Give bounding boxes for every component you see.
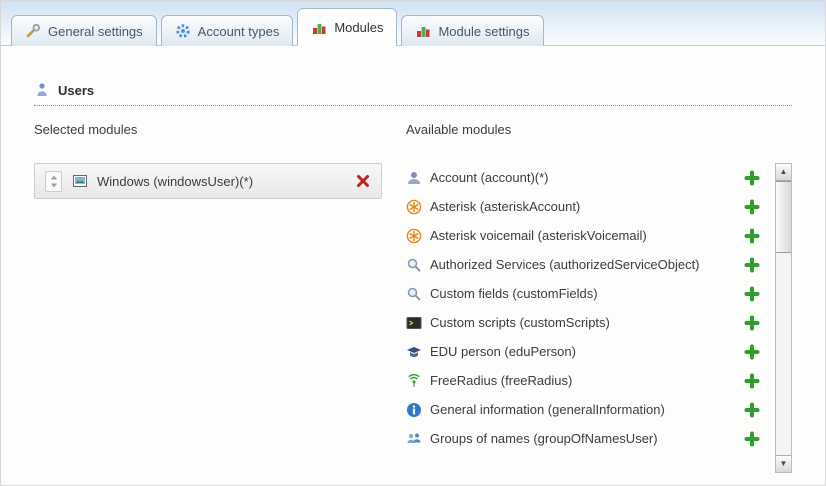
- modules-columns: Selected modules Windows (windowsUser)(*…: [34, 122, 792, 473]
- add-module-button[interactable]: [744, 286, 760, 302]
- available-module-name: Custom fields (customFields): [430, 286, 744, 301]
- tab-bar: General settings Account types Modules Modu…: [1, 1, 825, 46]
- info-icon: [406, 402, 422, 418]
- available-modules-column: Available modules Account (account)(*) As…: [406, 122, 792, 473]
- drag-handle[interactable]: [45, 171, 62, 192]
- available-module-row: Custom fields (customFields): [406, 279, 770, 308]
- add-module-button[interactable]: [744, 344, 760, 360]
- module-settings-icon: [415, 23, 431, 39]
- asterisk-icon: [406, 199, 422, 215]
- available-module-name: Groups of names (groupOfNamesUser): [430, 431, 744, 446]
- add-module-button[interactable]: [744, 402, 760, 418]
- available-modules-label: Available modules: [406, 122, 792, 137]
- tab-label: General settings: [48, 24, 143, 39]
- scrollbar-thumb[interactable]: [776, 181, 791, 253]
- selected-modules-list: Windows (windowsUser)(*): [34, 163, 406, 199]
- selected-modules-column: Selected modules Windows (windowsUser)(*…: [34, 122, 406, 473]
- groups-icon: [406, 431, 422, 447]
- available-module-row: Account (account)(*): [406, 163, 770, 192]
- available-module-name: FreeRadius (freeRadius): [430, 373, 744, 388]
- available-module-name: Authorized Services (authorizedServiceOb…: [430, 257, 744, 272]
- available-module-name: EDU person (eduPerson): [430, 344, 744, 359]
- wrench-icon: [25, 23, 41, 39]
- gear-icon: [175, 23, 191, 39]
- modules-icon: [311, 20, 327, 36]
- add-module-button[interactable]: [744, 257, 760, 273]
- available-module-row: Groups of names (groupOfNamesUser): [406, 424, 770, 453]
- scrollbar[interactable]: ▲ ▼: [775, 163, 792, 473]
- tab-module-settings[interactable]: Module settings: [401, 15, 543, 46]
- available-module-row: Authorized Services (authorizedServiceOb…: [406, 250, 770, 279]
- add-module-button[interactable]: [744, 373, 760, 389]
- tab-label: Modules: [334, 20, 383, 35]
- add-module-button[interactable]: [744, 170, 760, 186]
- tab-label: Module settings: [438, 24, 529, 39]
- available-module-name: General information (generalInformation): [430, 402, 744, 417]
- available-module-row: Asterisk voicemail (asteriskVoicemail): [406, 221, 770, 250]
- available-module-row: Custom scripts (customScripts): [406, 308, 770, 337]
- scroll-down-button[interactable]: ▼: [776, 455, 791, 472]
- account-icon: [406, 170, 422, 186]
- magnifier-icon: [406, 257, 422, 273]
- tab-modules[interactable]: Modules: [297, 8, 397, 46]
- asterisk-icon: [406, 228, 422, 244]
- available-module-row: General information (generalInformation): [406, 395, 770, 424]
- available-modules-wrap: Account (account)(*) Asterisk (asteriskAc…: [406, 163, 792, 473]
- section-title: Users: [58, 83, 94, 98]
- available-module-row: Asterisk (asteriskAccount): [406, 192, 770, 221]
- remove-module-button[interactable]: [355, 173, 371, 189]
- available-module-name: Asterisk voicemail (asteriskVoicemail): [430, 228, 744, 243]
- content-panel: Users Selected modules Windows (windowsU…: [1, 46, 825, 473]
- antenna-icon: [406, 373, 422, 389]
- selected-modules-label: Selected modules: [34, 122, 406, 137]
- add-module-button[interactable]: [744, 199, 760, 215]
- available-module-name: Account (account)(*): [430, 170, 744, 185]
- selected-module-row: Windows (windowsUser)(*): [34, 163, 382, 199]
- tabs-container: General settings Account types Modules Modu…: [11, 8, 548, 45]
- add-module-button[interactable]: [744, 315, 760, 331]
- selected-module-name: Windows (windowsUser)(*): [97, 174, 355, 189]
- users-icon: [34, 82, 50, 98]
- available-modules-list: Account (account)(*) Asterisk (asteriskAc…: [406, 163, 770, 453]
- windows-icon: [72, 173, 88, 189]
- tab-label: Account types: [198, 24, 280, 39]
- add-module-button[interactable]: [744, 228, 760, 244]
- add-module-button[interactable]: [744, 431, 760, 447]
- tab-general-settings[interactable]: General settings: [11, 15, 157, 46]
- tab-account-types[interactable]: Account types: [161, 15, 294, 46]
- scroll-up-button[interactable]: ▲: [776, 164, 791, 181]
- edu-person-icon: [406, 344, 422, 360]
- available-module-row: EDU person (eduPerson): [406, 337, 770, 366]
- section-header: Users: [34, 82, 792, 106]
- available-module-name: Asterisk (asteriskAccount): [430, 199, 744, 214]
- available-module-row: FreeRadius (freeRadius): [406, 366, 770, 395]
- available-module-name: Custom scripts (customScripts): [430, 315, 744, 330]
- script-icon: [406, 315, 422, 331]
- magnifier-icon: [406, 286, 422, 302]
